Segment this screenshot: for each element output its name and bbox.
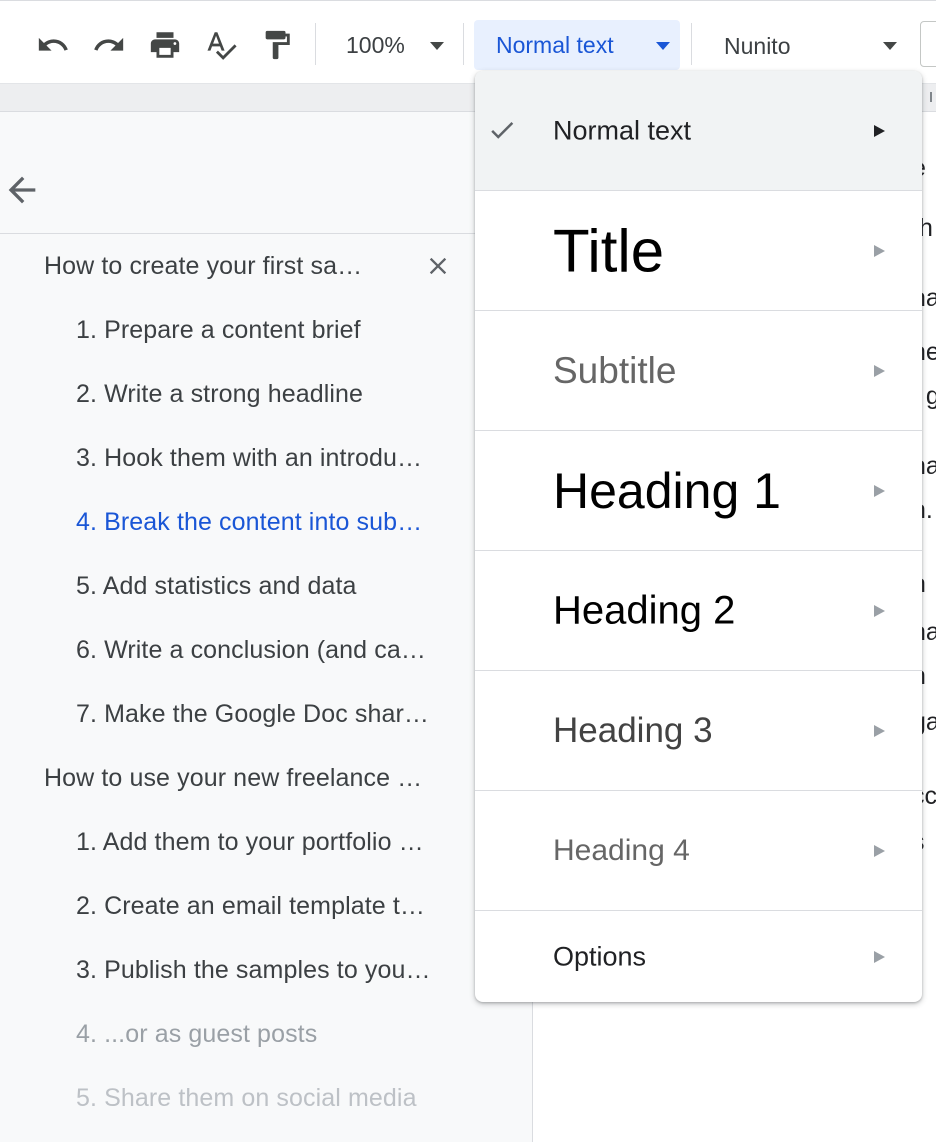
undo-button[interactable] <box>34 27 72 63</box>
outline-subheading[interactable]: 5. Share them on social media <box>76 1084 417 1113</box>
spellcheck-button[interactable] <box>202 27 240 63</box>
paint-format-button[interactable] <box>258 27 296 63</box>
outline-subheading[interactable]: 2. Write a strong headline <box>76 380 363 409</box>
outline-heading[interactable]: How to use your new freelance … <box>44 764 422 793</box>
outline-subheading[interactable]: 4. ...or as guest posts <box>76 1020 317 1049</box>
spellcheck-icon <box>207 32 237 60</box>
toolbar-divider <box>315 23 316 65</box>
menu-item-heading-2[interactable]: Heading 2 <box>475 551 922 671</box>
arrow-left-icon <box>8 176 36 204</box>
outline-subheading[interactable]: 3. Publish the samples to you… <box>76 956 431 985</box>
zoom-value: 100% <box>346 31 405 58</box>
submenu-arrow-icon <box>874 604 885 617</box>
ruler-tick <box>930 92 932 102</box>
outline-subheading-active[interactable]: 4. Break the content into sub… <box>76 508 422 537</box>
print-button[interactable] <box>146 27 184 63</box>
print-icon <box>150 32 180 58</box>
submenu-arrow-icon <box>874 124 885 137</box>
chevron-down-icon <box>883 42 897 50</box>
document-outline: How to create your first sa… 1. Prepare … <box>0 112 533 1142</box>
outline-subheading[interactable]: 2. Create an email template t… <box>76 892 425 921</box>
menu-item-subtitle[interactable]: Subtitle <box>475 311 922 431</box>
outline-subheading[interactable]: 5. Add statistics and data <box>76 572 357 601</box>
back-button[interactable] <box>2 170 42 210</box>
paint-format-icon <box>265 30 290 60</box>
menu-item-label: Heading 1 <box>553 462 781 519</box>
chevron-down-icon <box>656 42 670 50</box>
chevron-down-icon <box>430 42 444 50</box>
outline-heading[interactable]: How to create your first sa… <box>44 252 362 281</box>
menu-item-label: Title <box>553 217 665 284</box>
paragraph-style-value: Normal text <box>496 32 614 58</box>
menu-item-label: Subtitle <box>553 349 677 391</box>
font-value: Nunito <box>724 33 791 59</box>
document-body[interactable]: e th na ne t g na n. h na h ga cc s <box>920 112 936 1142</box>
document-text: na <box>920 452 936 480</box>
toolbar-divider <box>463 23 464 65</box>
font-size-input[interactable] <box>920 21 936 67</box>
redo-icon <box>94 37 124 51</box>
submenu-arrow-icon <box>874 484 885 497</box>
paragraph-style-select[interactable]: Normal text <box>474 20 680 70</box>
menu-item-heading-3[interactable]: Heading 3 <box>475 671 922 791</box>
document-text: na <box>920 284 936 312</box>
document-text: cc <box>920 782 936 810</box>
menu-item-title[interactable]: Title <box>475 191 922 311</box>
document-text: na <box>920 618 936 646</box>
document-text: ne <box>920 338 936 366</box>
undo-icon <box>38 37 68 51</box>
paragraph-style-menu: Normal text Title Subtitle Heading 1 Hea… <box>475 71 922 1002</box>
menu-item-label: Heading 4 <box>553 833 690 867</box>
menu-item-label: Normal text <box>553 115 692 145</box>
submenu-arrow-icon <box>874 844 885 857</box>
toolbar-divider <box>691 23 692 65</box>
outline-subheading[interactable]: 7. Make the Google Doc shar… <box>76 700 429 729</box>
submenu-arrow-icon <box>874 724 885 737</box>
remove-heading-button[interactable] <box>424 252 452 280</box>
close-icon <box>429 257 447 275</box>
check-icon <box>491 121 514 139</box>
menu-item-normal-text[interactable]: Normal text <box>475 71 922 191</box>
document-text: t g <box>920 382 936 410</box>
submenu-arrow-icon <box>874 244 885 257</box>
submenu-arrow-icon <box>874 950 885 963</box>
document-text: ga <box>920 708 936 736</box>
menu-item-label: Options <box>553 941 647 971</box>
outline-subheading[interactable]: 1. Add them to your portfolio … <box>76 828 424 857</box>
menu-item-options[interactable]: Options <box>475 911 922 1002</box>
menu-item-heading-1[interactable]: Heading 1 <box>475 431 922 551</box>
menu-item-heading-4[interactable]: Heading 4 <box>475 791 922 911</box>
outline-subheading[interactable]: 1. Prepare a content brief <box>76 316 361 345</box>
outline-subheading[interactable]: 3. Hook them with an introdu… <box>76 444 422 473</box>
menu-item-label: Heading 2 <box>553 588 736 632</box>
redo-button[interactable] <box>90 27 128 63</box>
zoom-select[interactable]: 100% <box>330 23 452 67</box>
menu-item-label: Heading 3 <box>553 710 713 750</box>
submenu-arrow-icon <box>874 364 885 377</box>
font-select[interactable]: Nunito <box>704 23 906 67</box>
outline-header <box>0 112 533 234</box>
outline-subheading[interactable]: 6. Write a conclusion (and ca… <box>76 636 426 665</box>
